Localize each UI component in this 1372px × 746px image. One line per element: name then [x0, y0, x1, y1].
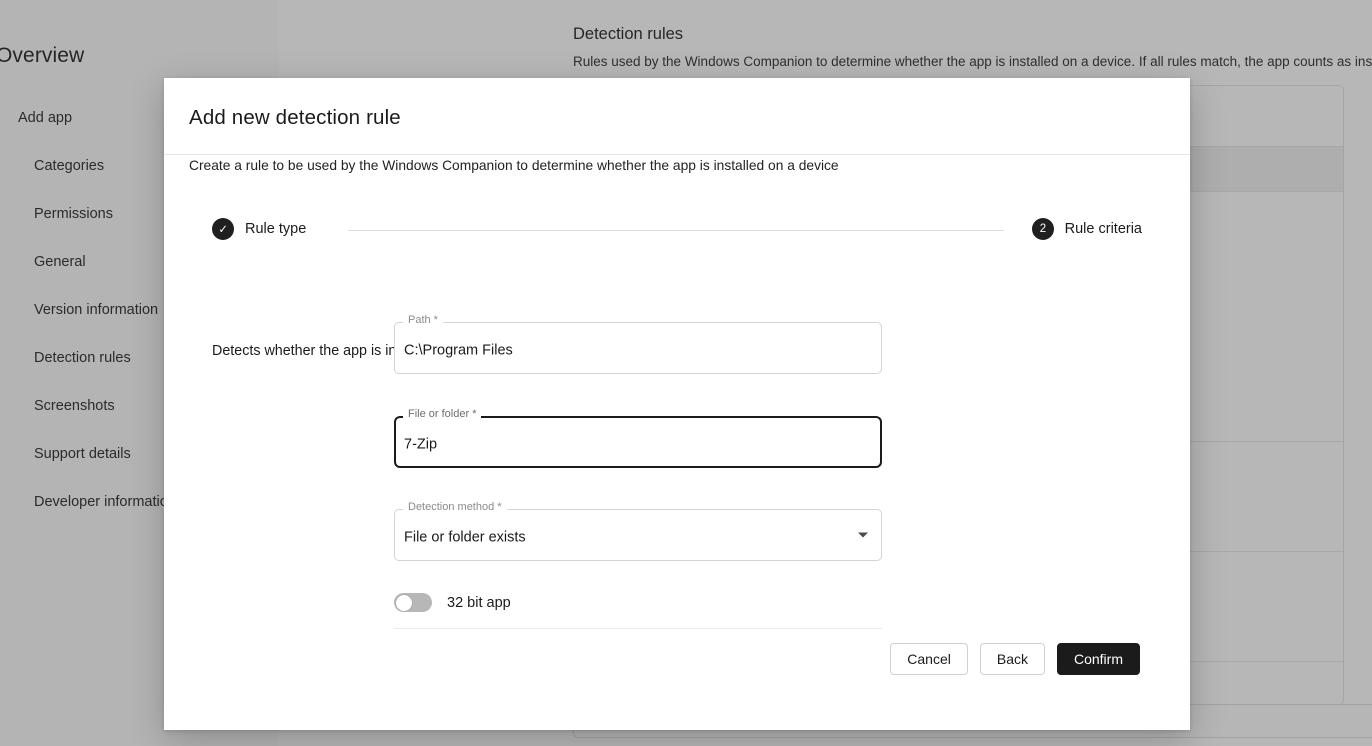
- dialog-title: Add new detection rule: [189, 106, 401, 130]
- detection-method-field-label: Detection method *: [403, 501, 507, 513]
- 32-bit-app-toggle[interactable]: [394, 593, 432, 612]
- step-complete-icon: ✓: [212, 218, 234, 240]
- detection-method-select[interactable]: File or folder exists: [404, 529, 848, 545]
- dialog-subtitle: Create a rule to be used by the Windows …: [189, 158, 839, 173]
- file-or-folder-input[interactable]: 7-Zip: [404, 436, 848, 452]
- add-detection-rule-dialog: Add new detection rule Create a rule to …: [164, 78, 1190, 730]
- path-field-label: Path *: [403, 314, 443, 326]
- stepper-connector-line: [348, 230, 1004, 231]
- dialog-footer: Cancel Back Confirm: [890, 643, 1140, 675]
- stepper-step-rule-type[interactable]: ✓ Rule type: [212, 218, 306, 240]
- detection-method-field[interactable]: Detection method * File or folder exists: [394, 509, 882, 561]
- back-button[interactable]: Back: [980, 643, 1045, 675]
- form-section-divider: [394, 628, 882, 629]
- confirm-button[interactable]: Confirm: [1057, 643, 1140, 675]
- path-input[interactable]: C:\Program Files: [404, 342, 848, 358]
- 32-bit-app-label: 32 bit app: [447, 595, 511, 611]
- toggle-thumb: [396, 595, 412, 611]
- wizard-stepper: ✓ Rule type 2 Rule criteria: [212, 218, 1142, 244]
- 32-bit-app-toggle-row[interactable]: 32 bit app: [394, 593, 511, 612]
- cancel-button[interactable]: Cancel: [890, 643, 968, 675]
- step-number-badge: 2: [1032, 218, 1054, 240]
- file-or-folder-field-label: File or folder *: [403, 408, 481, 420]
- path-field[interactable]: Path * C:\Program Files: [394, 322, 882, 374]
- file-or-folder-field[interactable]: File or folder * 7-Zip: [394, 416, 882, 468]
- stepper-step-2-label: Rule criteria: [1065, 221, 1142, 237]
- stepper-step-rule-criteria[interactable]: 2 Rule criteria: [1032, 218, 1142, 240]
- chevron-down-icon[interactable]: [858, 533, 868, 538]
- stepper-step-1-label: Rule type: [245, 221, 306, 237]
- dialog-header-divider: [164, 154, 1190, 155]
